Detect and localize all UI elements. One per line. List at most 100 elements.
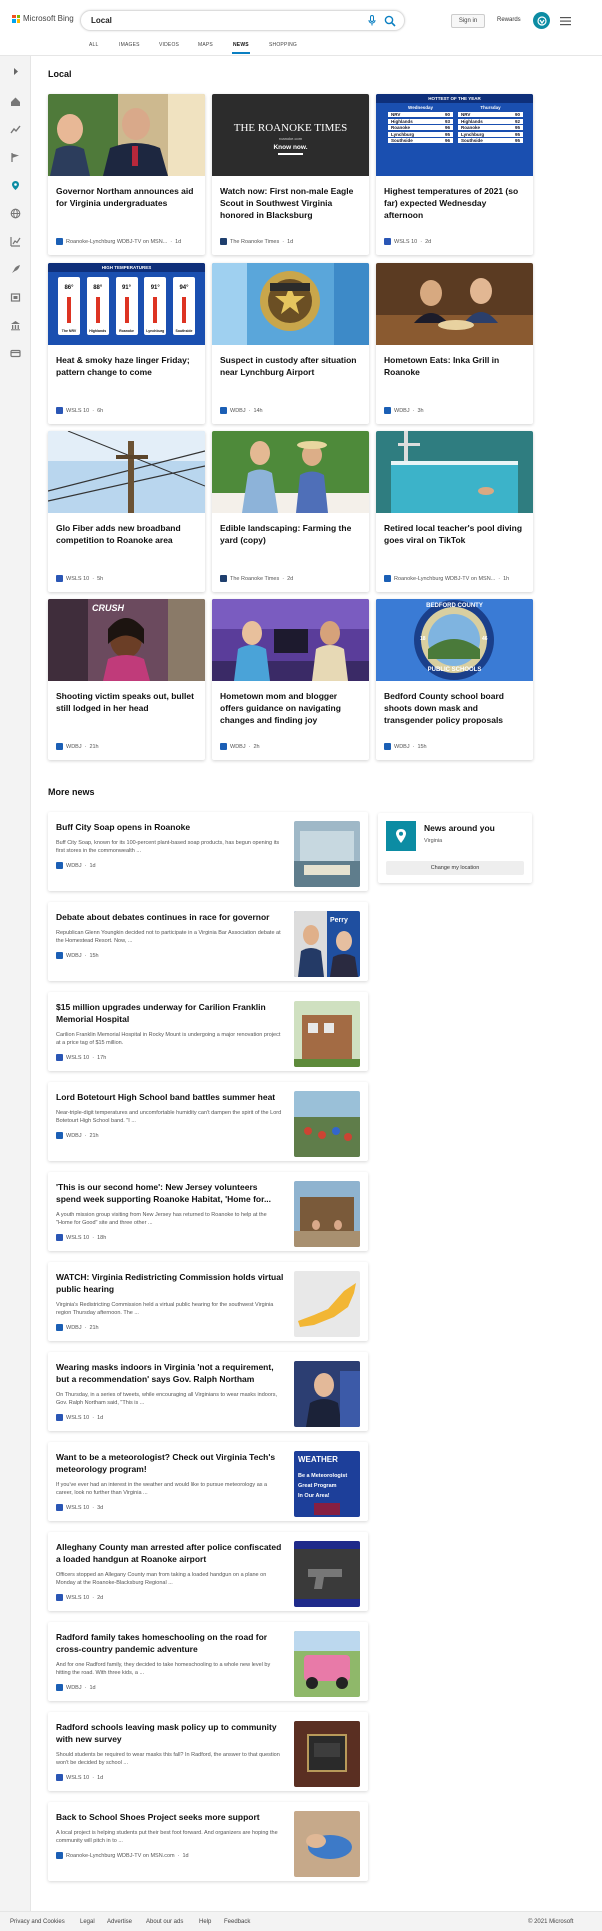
card-icon[interactable] bbox=[10, 348, 21, 359]
hamburger-menu-icon[interactable] bbox=[560, 16, 571, 26]
globe-icon[interactable] bbox=[10, 208, 21, 219]
news-snippet: Republican Glenn Youngkin decided not to… bbox=[56, 930, 281, 944]
news-list-item[interactable]: Debate about debates continues in race f… bbox=[48, 902, 368, 981]
local-news-card[interactable]: HIGH TEMPERATURES 86° The NRV 88° Highland… bbox=[48, 263, 205, 424]
card-title: Governor Northam announces aid for Virgi… bbox=[56, 186, 194, 208]
expand-arrow-icon[interactable] bbox=[10, 66, 21, 77]
local-news-card[interactable]: Suspect in custody after situation near … bbox=[212, 263, 369, 424]
film-icon[interactable] bbox=[10, 292, 21, 303]
thursday-table: NRV 90 Highlands 92 Roanoke 95 Lynchburg 95 … bbox=[458, 112, 523, 143]
search-icon[interactable] bbox=[384, 15, 396, 27]
card-image: BEDFORD COUNTY PUBLIC SCHOOLS 18 46 bbox=[376, 599, 533, 681]
card-time: 6h bbox=[97, 407, 104, 414]
news-snippet: Carilion Franklin Memorial Hospital in R… bbox=[56, 1032, 281, 1046]
card-time: 1h bbox=[503, 575, 510, 582]
news-list-item[interactable]: Lord Botetourt High School band battles … bbox=[48, 1082, 368, 1161]
news-list-item[interactable]: Alleghany County man arrested after poli… bbox=[48, 1532, 368, 1611]
home-icon[interactable] bbox=[10, 96, 21, 107]
tab-videos[interactable]: VIDEOS bbox=[159, 42, 179, 48]
more-news-section-title: More news bbox=[48, 787, 95, 797]
local-news-card[interactable]: Governor Northam announces aid for Virgi… bbox=[48, 94, 205, 255]
card-image bbox=[212, 431, 369, 513]
local-news-card[interactable]: Hometown mom and blogger offers guidance… bbox=[212, 599, 369, 760]
news-list-item[interactable]: Buff City Soap opens in Roanoke Buff Cit… bbox=[48, 812, 368, 891]
news-thumbnail: WEATHER Be a Meteorologist Great Program… bbox=[294, 1451, 360, 1517]
local-news-card[interactable]: HOTTEST OF THE YEAR Wednesday Thursday N… bbox=[376, 94, 533, 255]
footer-link-advertise[interactable]: Advertise bbox=[107, 1919, 132, 1925]
news-list-item[interactable]: Wearing masks indoors in Virginia 'not a… bbox=[48, 1352, 368, 1431]
tab-maps[interactable]: MAPS bbox=[198, 42, 213, 48]
building-icon[interactable] bbox=[10, 320, 21, 331]
news-list-item[interactable]: WATCH: Virginia Redistricting Commission… bbox=[48, 1262, 368, 1341]
tab-images[interactable]: IMAGES bbox=[119, 42, 140, 48]
card-source: WDBJ bbox=[230, 407, 246, 414]
local-news-card[interactable]: Retired local teacher's pool diving goes… bbox=[376, 431, 533, 592]
local-news-card[interactable]: BEDFORD COUNTY PUBLIC SCHOOLS 18 46 Bedf… bbox=[376, 599, 533, 760]
footer-link-privacy[interactable]: Privacy and Cookies bbox=[10, 1919, 65, 1925]
local-news-card[interactable]: Hometown Eats: Inka Grill in Roanoke WDB… bbox=[376, 263, 533, 424]
flag-icon[interactable] bbox=[10, 152, 21, 163]
news-list-item[interactable]: 'This is our second home': New Jersey vo… bbox=[48, 1172, 368, 1251]
search-input[interactable]: Local bbox=[91, 16, 112, 25]
change-location-button[interactable]: Change my location bbox=[386, 861, 524, 875]
roanoke-times-source-icon bbox=[220, 238, 227, 245]
card-image bbox=[212, 599, 369, 681]
news-list-item[interactable]: $15 million upgrades underway for Carili… bbox=[48, 992, 368, 1071]
news-snippet: Should students be required to wear mask… bbox=[56, 1752, 280, 1766]
tab-shopping[interactable]: SHOPPING bbox=[269, 42, 297, 48]
rocket-icon[interactable] bbox=[10, 264, 21, 275]
news-time: 3d bbox=[97, 1504, 104, 1511]
card-title: Watch now: First non-male Eagle Scout in… bbox=[220, 186, 354, 220]
microphone-icon[interactable] bbox=[368, 15, 376, 26]
rewards-badge[interactable] bbox=[533, 12, 550, 29]
footer-link-help[interactable]: Help bbox=[199, 1919, 211, 1925]
local-news-card[interactable]: Glo Fiber adds new broadband competition… bbox=[48, 431, 205, 592]
thumbnail-overlay-text: WEATHER bbox=[298, 1455, 338, 1464]
news-title: Want to be a meteorologist? Check out Vi… bbox=[56, 1452, 276, 1474]
news-list-item[interactable]: Radford family takes homeschooling on th… bbox=[48, 1622, 368, 1701]
sign-in-button[interactable]: Sign in bbox=[451, 14, 485, 28]
local-news-card[interactable]: CRUSH Shooting victim speaks out, bullet… bbox=[48, 599, 205, 760]
news-source: WSLS 10 bbox=[66, 1594, 90, 1601]
card-time: 2d bbox=[425, 238, 432, 245]
card-meta: The Roanoke Times · 2d bbox=[220, 575, 365, 582]
wdbj-source-icon bbox=[384, 407, 391, 414]
footer-link-about-ads[interactable]: About our ads bbox=[146, 1919, 183, 1925]
news-source: WSLS 10 bbox=[66, 1414, 90, 1421]
hottest-banner: HOTTEST OF THE YEAR bbox=[376, 94, 533, 103]
card-time: 14h bbox=[253, 407, 263, 414]
news-thumbnail bbox=[294, 821, 360, 887]
bing-logo[interactable]: Microsoft Bing bbox=[12, 14, 74, 23]
card-image: CRUSH bbox=[48, 599, 205, 681]
location-pin-icon[interactable] bbox=[10, 180, 21, 191]
news-meta: WDBJ · 21h bbox=[56, 1324, 99, 1331]
location-badge bbox=[386, 821, 416, 851]
tab-news[interactable]: NEWS bbox=[233, 42, 249, 48]
news-around-you-title: News around you bbox=[424, 823, 495, 833]
local-news-card[interactable]: THE ROANOKE TIMES roanoke.com Know now. … bbox=[212, 94, 369, 255]
card-meta: WDBJ · 2h bbox=[220, 743, 365, 750]
local-news-card[interactable]: Edible landscaping: Farming the yard (co… bbox=[212, 431, 369, 592]
tab-all[interactable]: ALL bbox=[89, 42, 99, 48]
card-source: WSLS 10 bbox=[394, 238, 418, 245]
chart-icon[interactable] bbox=[10, 236, 21, 247]
footer-link-feedback[interactable]: Feedback bbox=[224, 1919, 250, 1925]
card-time: 3h bbox=[417, 407, 424, 414]
news-list-item[interactable]: Back to School Shoes Project seeks more … bbox=[48, 1802, 368, 1881]
news-source: WDBJ bbox=[66, 862, 82, 869]
card-title: Shooting victim speaks out, bullet still… bbox=[56, 691, 194, 713]
news-thumbnail bbox=[294, 1811, 360, 1877]
trending-icon[interactable] bbox=[10, 124, 21, 135]
news-list-item[interactable]: Radford schools leaving mask policy up t… bbox=[48, 1712, 368, 1791]
news-snippet: Buff City Soap, known for its 100-percen… bbox=[56, 840, 280, 854]
news-thumbnail bbox=[294, 1271, 360, 1337]
wdbj-source-icon bbox=[56, 952, 63, 959]
footer-link-legal[interactable]: Legal bbox=[80, 1919, 95, 1925]
know-now-tagline: Know now. bbox=[273, 144, 308, 151]
news-list-item[interactable]: Want to be a meteorologist? Check out Vi… bbox=[48, 1442, 368, 1521]
search-box[interactable]: Local bbox=[80, 10, 405, 31]
wsls-source-icon bbox=[56, 1774, 63, 1781]
brand-name: Microsoft Bing bbox=[23, 14, 74, 23]
rewards-link[interactable]: Rewards bbox=[497, 17, 521, 23]
copyright: © 2021 Microsoft bbox=[528, 1919, 574, 1925]
